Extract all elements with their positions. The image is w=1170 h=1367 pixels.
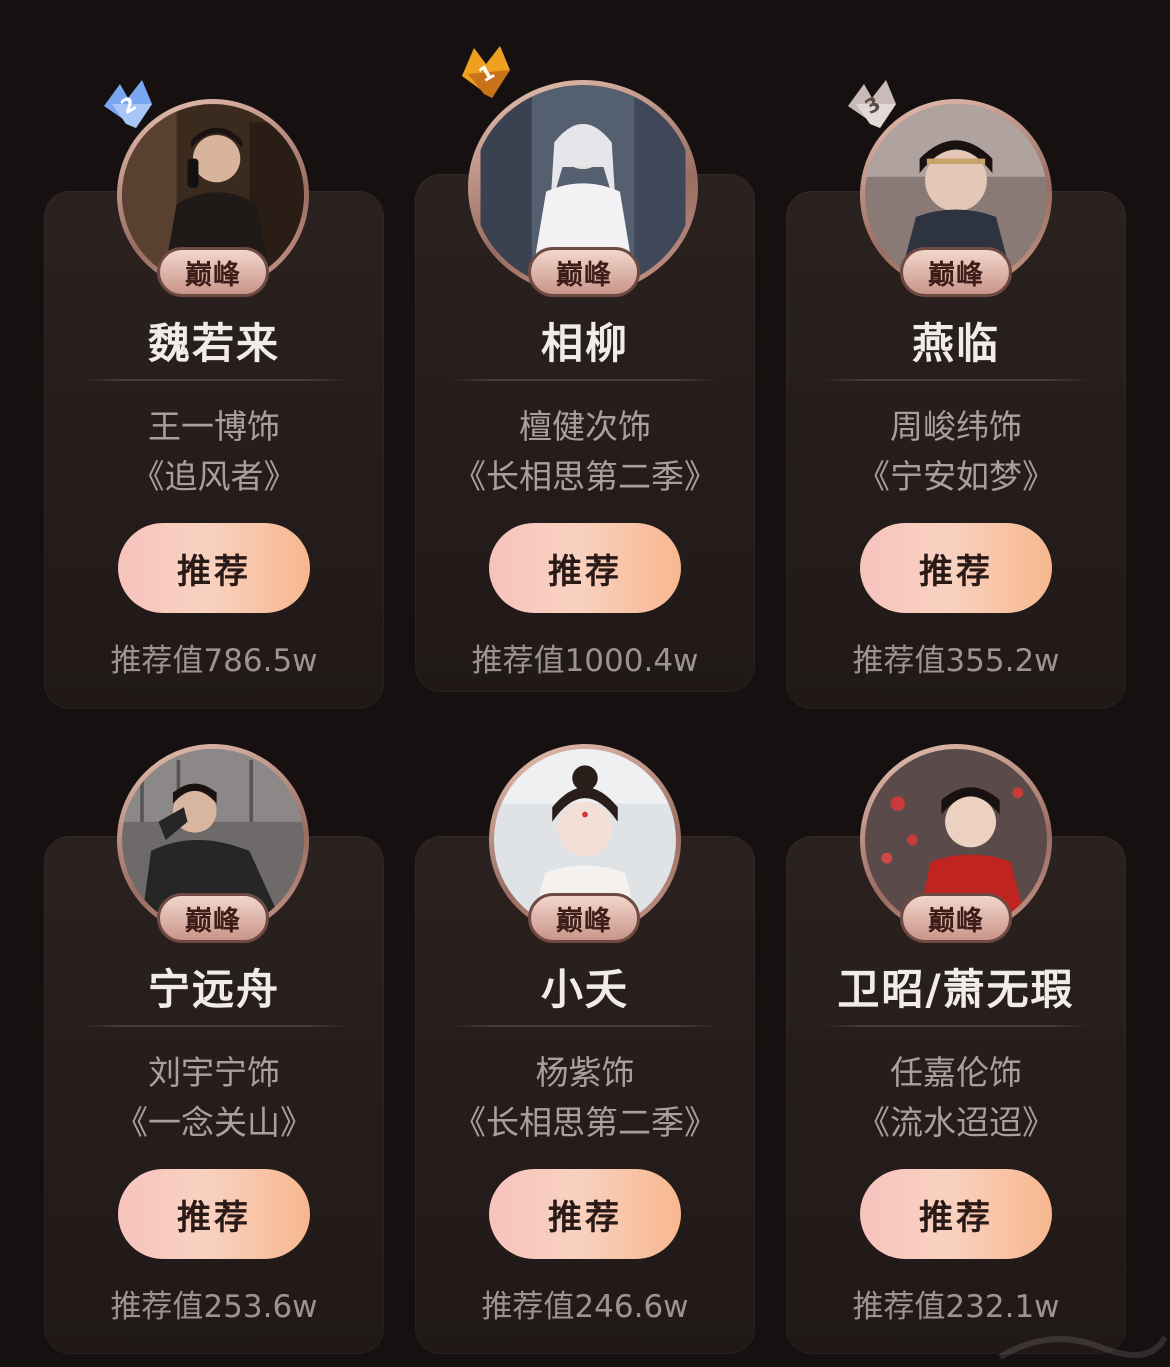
divider	[822, 379, 1090, 381]
peak-badge: 巅峰	[900, 247, 1012, 297]
actor-name: 刘宇宁饰	[148, 1053, 280, 1092]
watermark-icon	[998, 1335, 1168, 1360]
character-name: 燕临	[911, 319, 1000, 368]
peak-badge: 巅峰	[900, 893, 1012, 943]
actor-name: 任嘉伦饰	[890, 1053, 1022, 1092]
recommend-score: 推荐值246.6w	[481, 1289, 689, 1325]
actor-name: 杨紫饰	[535, 1053, 635, 1092]
character-name: 卫昭/萧无瑕	[837, 965, 1075, 1014]
divider	[822, 1025, 1090, 1027]
recommend-score: 推荐值355.2w	[852, 643, 1060, 679]
drama-title: 《一念关山》	[115, 1103, 313, 1142]
drama-title: 《长相思第二季》	[453, 1103, 717, 1142]
actor-name: 檀健次饰	[519, 407, 651, 446]
rank-3-crown-icon: 3	[848, 80, 896, 128]
recommend-button[interactable]: 推荐	[489, 1169, 681, 1259]
recommend-score: 推荐值786.5w	[110, 643, 318, 679]
divider	[80, 1025, 348, 1027]
character-name: 相柳	[540, 319, 629, 368]
recommend-score: 推荐值1000.4w	[471, 643, 699, 679]
peak-badge: 巅峰	[157, 247, 269, 297]
recommend-button[interactable]: 推荐	[860, 523, 1052, 613]
character-name: 宁远舟	[147, 965, 280, 1014]
recommend-button[interactable]: 推荐	[489, 523, 681, 613]
rank-1-crown-icon: 1	[462, 46, 510, 98]
character-name: 魏若来	[147, 319, 280, 368]
actor-name: 王一博饰	[148, 407, 280, 446]
recommend-score: 推荐值253.6w	[110, 1289, 318, 1325]
drama-title: 《宁安如梦》	[857, 457, 1055, 496]
peak-badge: 巅峰	[528, 893, 640, 943]
recommend-button[interactable]: 推荐	[118, 523, 310, 613]
recommend-button[interactable]: 推荐	[860, 1169, 1052, 1259]
peak-badge: 巅峰	[157, 893, 269, 943]
drama-title: 《追风者》	[131, 457, 297, 496]
divider	[451, 1025, 719, 1027]
character-name: 小夭	[540, 965, 629, 1014]
divider	[451, 379, 719, 381]
rank-2-crown-icon: 2	[104, 80, 152, 128]
drama-title: 《流水迢迢》	[857, 1103, 1055, 1142]
drama-title: 《长相思第二季》	[453, 457, 717, 496]
actor-name: 周峻纬饰	[890, 407, 1022, 446]
peak-badge: 巅峰	[528, 247, 640, 297]
recommend-button[interactable]: 推荐	[118, 1169, 310, 1259]
divider	[80, 379, 348, 381]
